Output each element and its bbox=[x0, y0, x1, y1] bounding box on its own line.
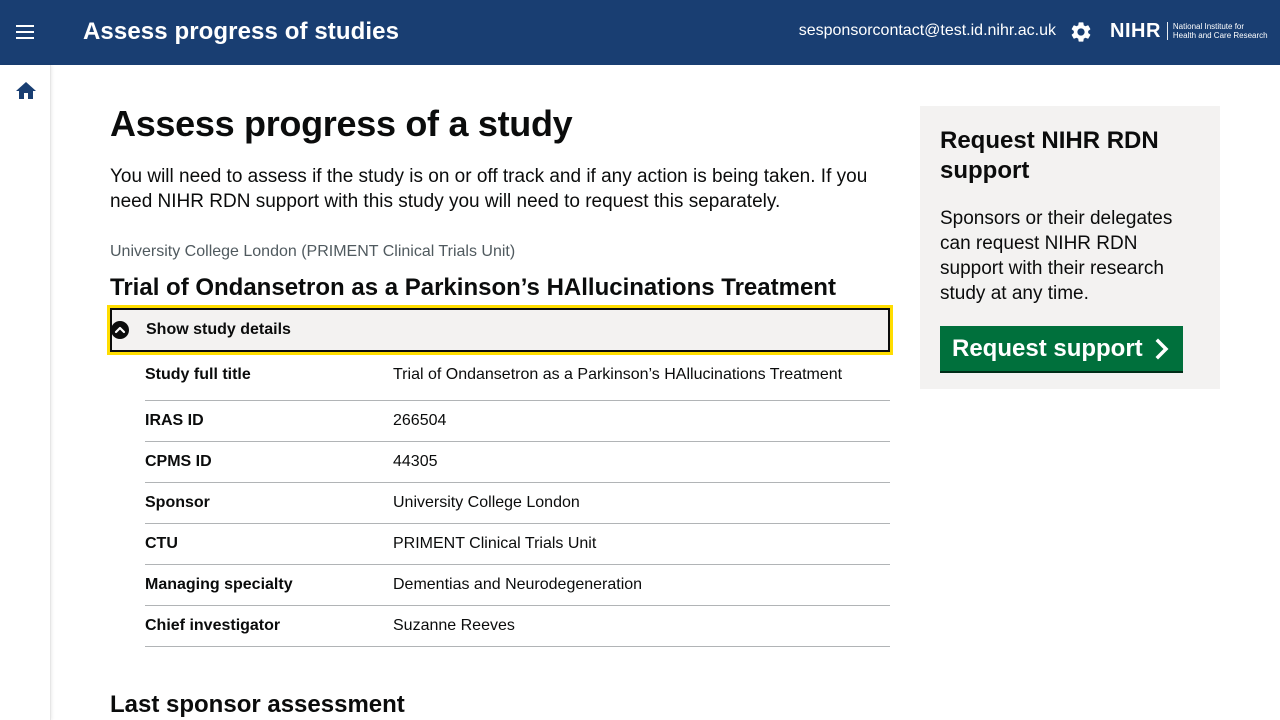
user-email: sesponsorcontact@test.id.nihr.ac.uk bbox=[798, 22, 1056, 39]
gear-icon[interactable] bbox=[1069, 20, 1093, 44]
details-value: 266504 bbox=[393, 412, 447, 429]
details-row: Sponsor University College London bbox=[145, 483, 890, 524]
page-title: Assess progress of a study bbox=[110, 103, 573, 144]
chevron-right-icon bbox=[1153, 338, 1171, 360]
details-value: 44305 bbox=[393, 453, 438, 470]
request-support-panel: Request NIHR RDN support Sponsors or the… bbox=[920, 106, 1220, 389]
panel-body: Sponsors or their delegates can request … bbox=[940, 208, 1173, 304]
details-key: Sponsor bbox=[145, 494, 210, 511]
details-key: Study full title bbox=[145, 366, 251, 383]
details-row: CTU PRIMENT Clinical Trials Unit bbox=[145, 524, 890, 565]
details-key: Chief investigator bbox=[145, 617, 281, 634]
details-key: CTU bbox=[145, 535, 178, 552]
chevron-up-circle-icon bbox=[110, 320, 130, 340]
logo-divider bbox=[1166, 22, 1168, 40]
button-label: Request support bbox=[952, 334, 1143, 362]
last-sponsor-assessment-heading: Last sponsor assessment bbox=[110, 691, 405, 718]
main-content: Assess progress of a study You will need… bbox=[107, 100, 893, 647]
study-details-list: Study full title Trial of Ondansetron as… bbox=[145, 364, 890, 647]
details-value: Dementias and Neurodegeneration bbox=[393, 576, 643, 593]
show-study-details-toggle[interactable]: Show study details bbox=[107, 305, 893, 355]
toggle-label: Show study details bbox=[146, 321, 291, 338]
details-value: PRIMENT Clinical Trials Unit bbox=[393, 535, 597, 552]
sidebar bbox=[0, 65, 51, 720]
logo-mark: NIHR bbox=[1110, 20, 1161, 42]
menu-icon[interactable] bbox=[15, 22, 39, 44]
intro-text: You will need to assess if the study is … bbox=[110, 166, 868, 212]
details-row: IRAS ID 266504 bbox=[145, 401, 890, 442]
organisation-caption: University College London (PRIMENT Clini… bbox=[110, 243, 516, 260]
app-title: Assess progress of studies bbox=[83, 18, 400, 45]
home-icon[interactable] bbox=[14, 79, 38, 103]
details-value: Trial of Ondansetron as a Parkinson’s HA… bbox=[393, 366, 843, 383]
nihr-logo[interactable]: NIHR National Institute for Health and C… bbox=[1110, 20, 1268, 42]
details-key: CPMS ID bbox=[145, 453, 212, 470]
details-key: Managing specialty bbox=[145, 576, 293, 593]
details-row: CPMS ID 44305 bbox=[145, 442, 890, 483]
details-row: Study full title Trial of Ondansetron as… bbox=[145, 364, 890, 401]
request-support-button[interactable]: Request support bbox=[940, 326, 1183, 371]
logo-line-2: Health and Care Research bbox=[1172, 31, 1268, 40]
logo-line-1: National Institute for bbox=[1172, 22, 1245, 31]
details-row: Managing specialty Dementias and Neurode… bbox=[145, 565, 890, 606]
study-title: Trial of Ondansetron as a Parkinson’s HA… bbox=[110, 274, 836, 301]
details-value: University College London bbox=[393, 494, 580, 511]
top-header: Assess progress of studies sesponsorcont… bbox=[0, 0, 1280, 65]
details-row: Chief investigator Suzanne Reeves bbox=[145, 606, 890, 647]
logo-text: National Institute for Health and Care R… bbox=[1173, 22, 1268, 40]
panel-title: Request NIHR RDN support bbox=[940, 127, 1159, 184]
details-key: IRAS ID bbox=[145, 412, 204, 429]
details-value: Suzanne Reeves bbox=[393, 617, 515, 634]
